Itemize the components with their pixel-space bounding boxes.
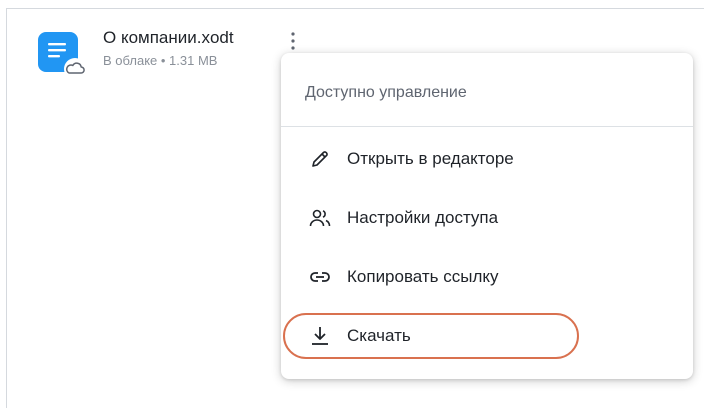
document-cloud-icon bbox=[38, 32, 86, 80]
more-options-icon[interactable] bbox=[286, 30, 300, 52]
file-meta: В облаке • 1.31 MB bbox=[103, 53, 218, 68]
menu-item-access-settings[interactable]: Настройки доступа bbox=[281, 194, 693, 242]
menu-item-open-in-editor[interactable]: Открыть в редакторе bbox=[281, 135, 693, 183]
menu-item-label: Копировать ссылку bbox=[347, 267, 499, 286]
menu-item-copy-link[interactable]: Копировать ссылку bbox=[281, 253, 693, 301]
pencil-icon bbox=[312, 151, 328, 167]
menu-header: Доступно управление bbox=[305, 84, 467, 101]
link-icon bbox=[310, 272, 330, 282]
file-name[interactable]: О компании.xodt bbox=[103, 28, 234, 48]
people-icon bbox=[309, 209, 331, 227]
menu-item-label: Настройки доступа bbox=[347, 208, 499, 227]
menu-divider bbox=[281, 126, 693, 127]
highlight-ring bbox=[283, 313, 579, 359]
menu-item-label: Открыть в редакторе bbox=[347, 149, 514, 168]
